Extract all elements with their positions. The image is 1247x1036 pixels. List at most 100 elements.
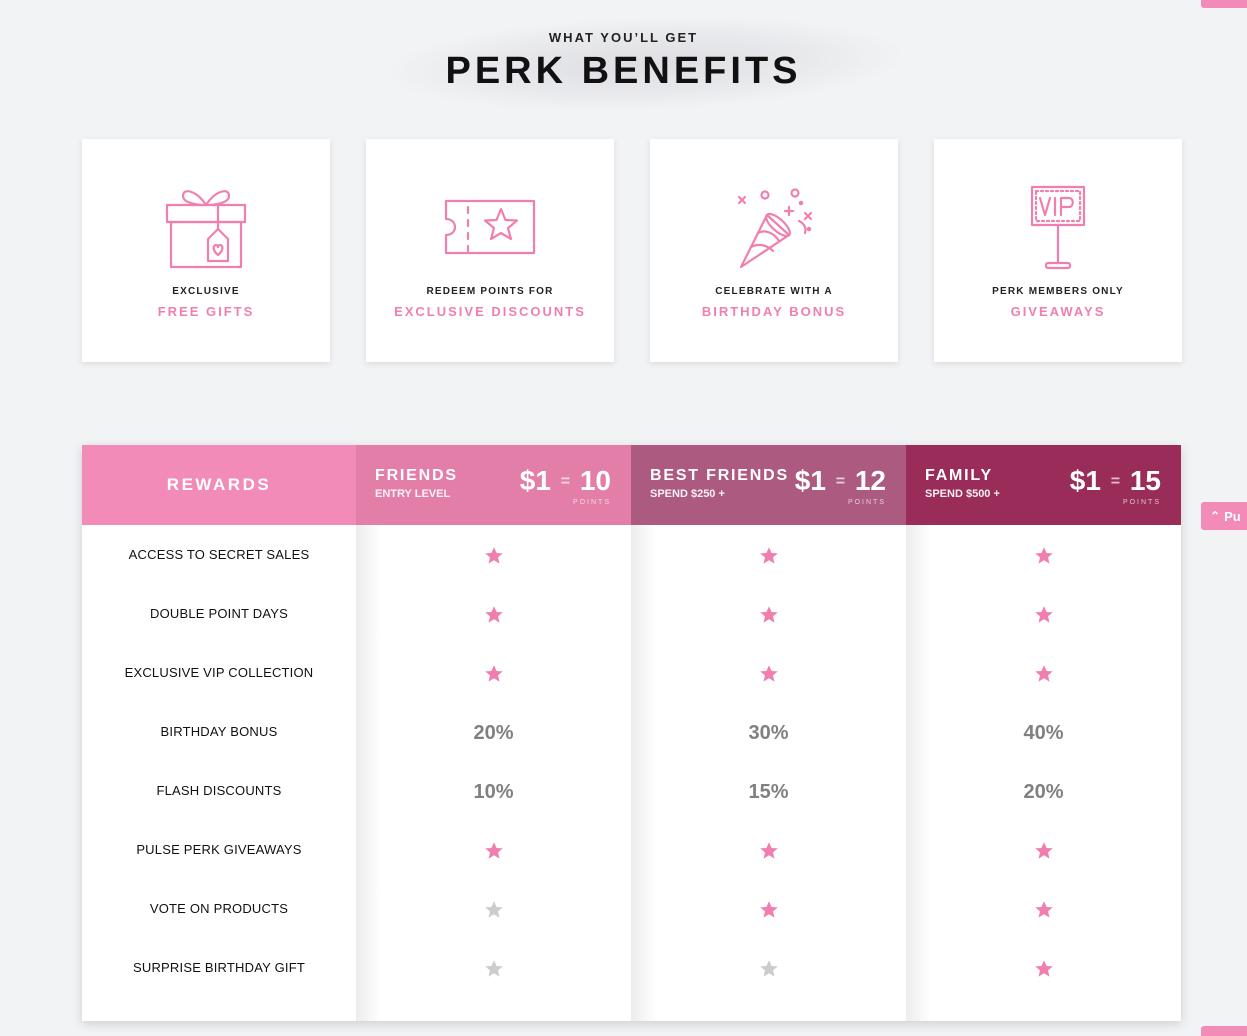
rewards-column-header: REWARDS	[82, 445, 356, 525]
table-cell	[356, 658, 631, 690]
points-label: POINTS	[572, 499, 611, 506]
table-cell	[631, 540, 906, 572]
tier-name: FRIENDS	[375, 467, 458, 484]
tier-requirement: ENTRY LEVEL	[375, 488, 451, 500]
star-icon	[759, 665, 778, 682]
table-cell	[631, 835, 906, 867]
table-cell	[631, 953, 906, 985]
star-icon	[484, 547, 503, 564]
star-icon	[759, 901, 778, 918]
table-cell: 15%	[631, 776, 906, 808]
benefit-card-birthday-bonus: CELEBRATE WITH A BIRTHDAY BONUS	[650, 139, 898, 362]
table-cell	[356, 894, 631, 926]
star-icon	[1034, 901, 1053, 918]
rate-points: 10	[579, 465, 611, 496]
star-off-icon	[484, 960, 503, 977]
row-label: FLASH DISCOUNTS	[156, 783, 282, 798]
rate-points: 15	[1129, 465, 1161, 496]
benefit-pretext: CELEBRATE WITH A	[715, 286, 833, 297]
tier-requirement: SPEND $500 +	[925, 488, 1000, 500]
row-label: DOUBLE POINT DAYS	[149, 606, 288, 621]
benefit-highlight: BIRTHDAY BONUS	[701, 304, 847, 319]
percent-value: 20%	[473, 721, 514, 744]
star-icon	[484, 606, 503, 623]
tier-header-friends: FRIENDS ENTRY LEVEL $1 = 10 POINTS	[356, 445, 631, 525]
tier-name: BEST FRIENDS	[650, 467, 789, 484]
percent-value: 40%	[1023, 721, 1064, 744]
rate-equals: =	[835, 473, 846, 490]
rate-equals: =	[560, 473, 571, 490]
rewards-table: REWARDS FRIENDS ENTRY LEVEL $1 = 10 POIN…	[82, 445, 1181, 1021]
benefit-pretext: PERK MEMBERS ONLY	[992, 286, 1124, 297]
percent-value: 10%	[473, 780, 514, 803]
rate-dollar: $1	[1069, 465, 1101, 496]
table-cell	[356, 835, 631, 867]
row-label: BIRTHDAY BONUS	[160, 724, 278, 739]
benefit-pretext: EXCLUSIVE	[172, 286, 240, 297]
benefit-highlight: EXCLUSIVE DISCOUNTS	[394, 304, 586, 319]
table-cell	[906, 658, 1181, 690]
star-icon	[1034, 665, 1053, 682]
points-label: POINTS	[1122, 499, 1161, 506]
star-icon	[1034, 547, 1053, 564]
row-label: VOTE ON PRODUCTS	[149, 901, 289, 916]
section-eyebrow: WHAT YOU’LL GET	[548, 30, 699, 45]
table-cell	[356, 953, 631, 985]
tier-rate: $1 = 10	[520, 465, 611, 497]
tier-header-family: FAMILY SPEND $500 + $1 = 15 POINTS	[906, 445, 1181, 525]
tier-header-best-friends: BEST FRIENDS SPEND $250 + $1 = 12 POINTS	[631, 445, 906, 525]
tier-name: FAMILY	[925, 467, 993, 484]
rate-points: 12	[854, 465, 886, 496]
star-icon	[759, 842, 778, 859]
percent-value: 15%	[748, 780, 789, 803]
star-icon	[759, 547, 778, 564]
table-cell: 40%	[906, 717, 1181, 749]
table-cell: 10%	[356, 776, 631, 808]
edge-tab-bottom	[1201, 1026, 1247, 1036]
table-cell	[906, 835, 1181, 867]
side-tab-label: Pu	[1224, 508, 1241, 524]
benefit-card-exclusive-discounts: REDEEM POINTS FOR EXCLUSIVE DISCOUNTS	[366, 139, 614, 362]
table-cell	[631, 894, 906, 926]
table-cell	[631, 599, 906, 631]
table-cell: 30%	[631, 717, 906, 749]
table-cell	[631, 658, 906, 690]
row-label: SURPRISE BIRTHDAY GIFT	[133, 960, 305, 975]
table-cell: 20%	[906, 776, 1181, 808]
percent-value: 30%	[748, 721, 789, 744]
star-icon	[484, 665, 503, 682]
star-icon	[1034, 960, 1053, 977]
percent-value: 20%	[1023, 780, 1064, 803]
rate-dollar: $1	[794, 465, 826, 496]
star-icon	[1034, 606, 1053, 623]
table-cell	[356, 540, 631, 572]
party-popper-icon	[650, 183, 898, 271]
table-cell	[906, 894, 1181, 926]
row-label: ACCESS TO SECRET SALES	[128, 547, 310, 562]
tier-requirement: SPEND $250 +	[650, 488, 725, 500]
row-label: PULSE PERK GIVEAWAYS	[136, 842, 302, 857]
row-label: EXCLUSIVE VIP COLLECTION	[124, 665, 314, 680]
star-off-icon	[484, 901, 503, 918]
star-icon	[759, 606, 778, 623]
tier-rate: $1 = 12	[795, 465, 886, 497]
points-label: POINTS	[847, 499, 886, 506]
star-icon	[484, 842, 503, 859]
tier-rate: $1 = 15	[1070, 465, 1161, 497]
table-cell	[906, 599, 1181, 631]
vip-sign-icon	[934, 183, 1182, 271]
benefit-highlight: FREE GIFTS	[157, 304, 255, 319]
ticket-star-icon	[366, 183, 614, 271]
rate-equals: =	[1110, 473, 1121, 490]
benefit-pretext: REDEEM POINTS FOR	[426, 286, 554, 297]
side-pull-tab[interactable]: ⌃ Pu	[1201, 502, 1247, 530]
table-cell	[356, 599, 631, 631]
table-cell	[906, 953, 1181, 985]
star-off-icon	[759, 960, 778, 977]
chevron-up-icon: ⌃	[1210, 509, 1221, 523]
table-cell	[906, 540, 1181, 572]
benefit-card-giveaways: PERK MEMBERS ONLY GIVEAWAYS	[934, 139, 1182, 362]
page-title: PERK BENEFITS	[445, 50, 802, 92]
benefit-highlight: GIVEAWAYS	[1010, 304, 1106, 319]
edge-tab-top	[1201, 0, 1247, 8]
